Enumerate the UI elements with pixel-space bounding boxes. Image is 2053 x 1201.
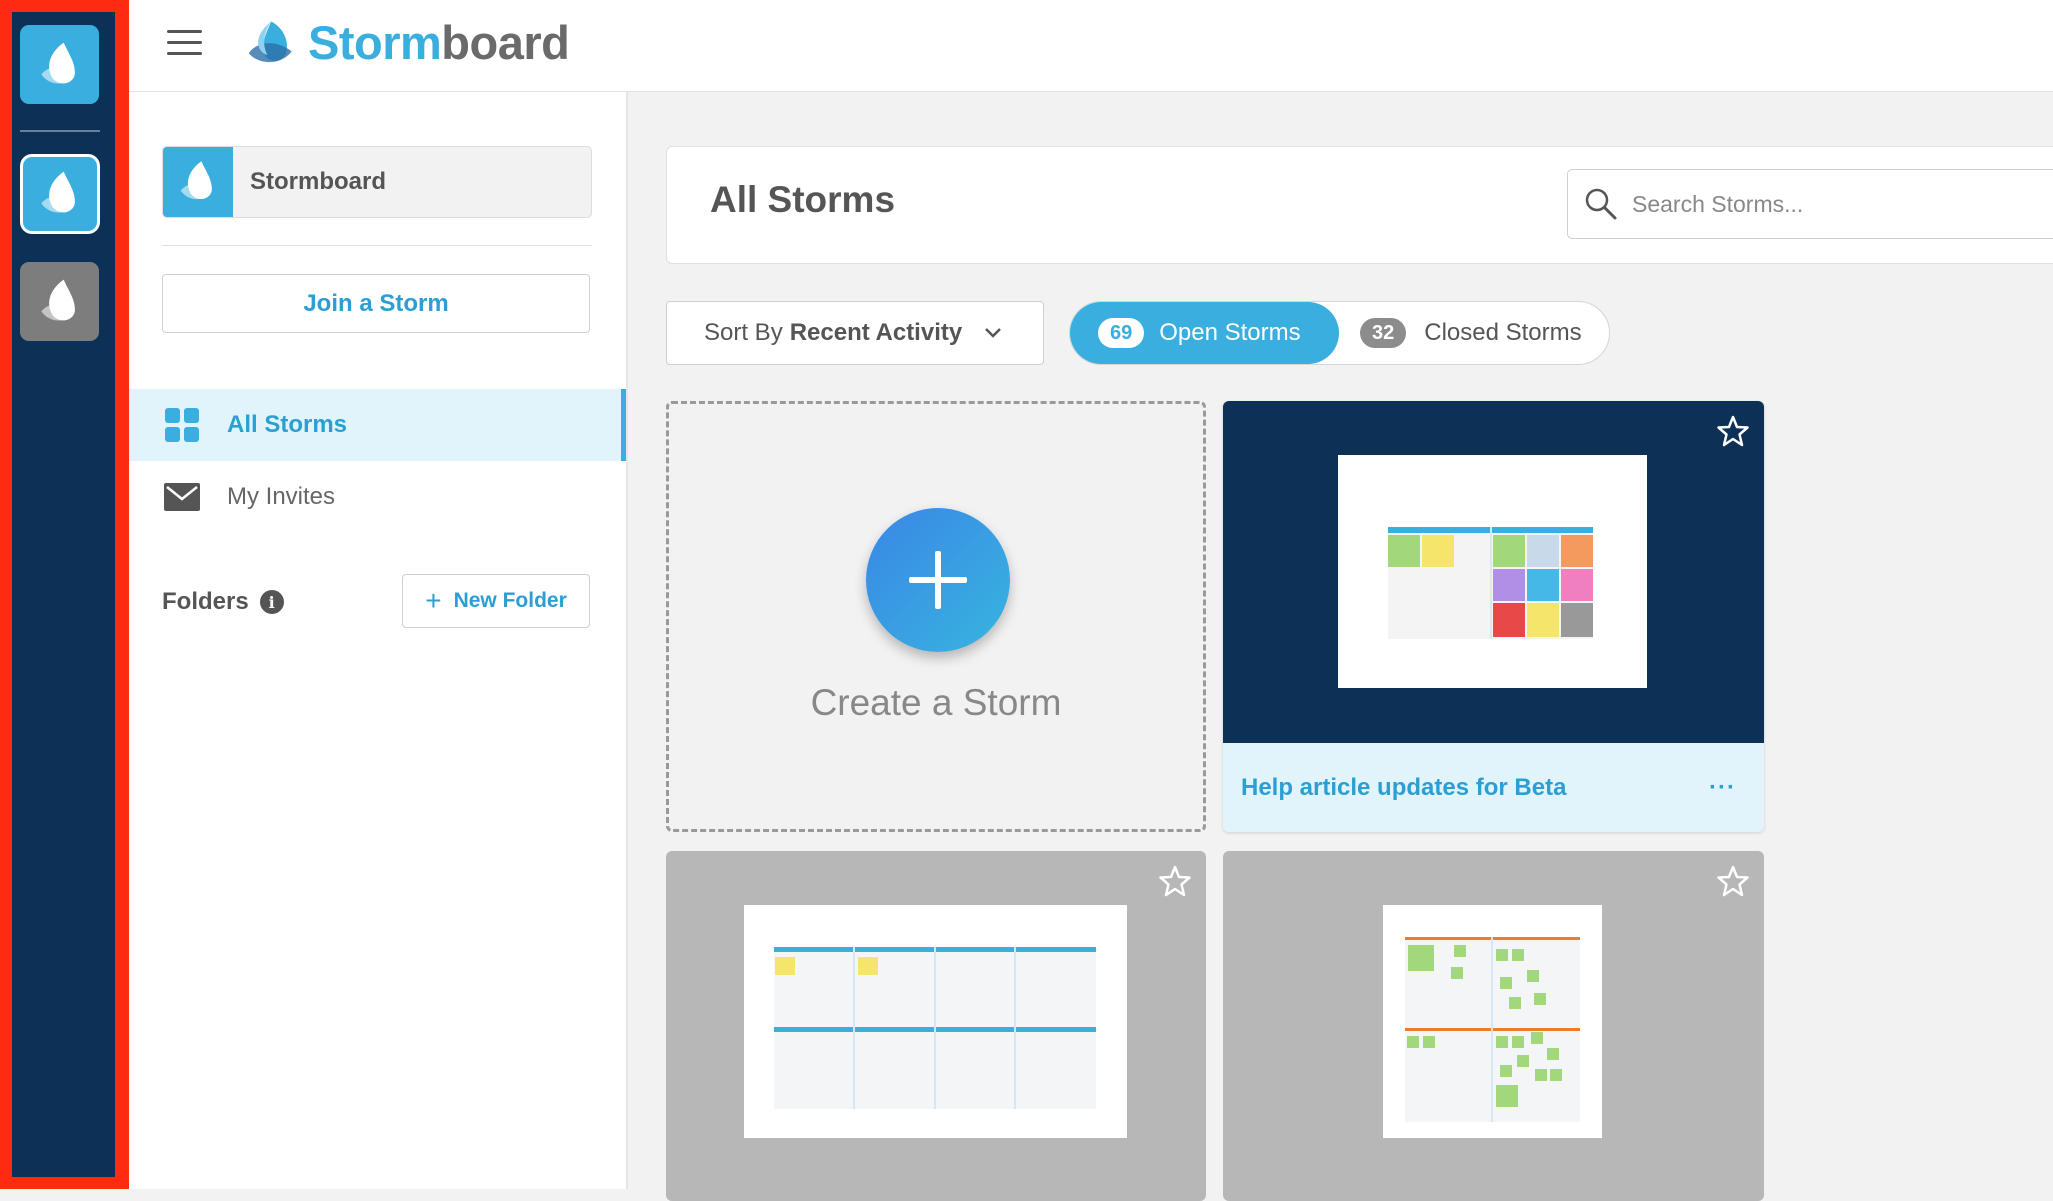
brand-part-1: Storm	[308, 15, 442, 69]
home-logo-button[interactable]	[20, 25, 99, 104]
brand-part-2: board	[441, 15, 570, 69]
sort-dropdown[interactable]: Sort By Recent Activity	[666, 301, 1044, 365]
new-folder-button[interactable]: + New Folder	[402, 574, 590, 628]
envelope-icon	[164, 483, 200, 511]
workspace-secondary-button[interactable]	[20, 262, 99, 341]
sidebar: Stormboard Join a Storm All Storms My In…	[129, 92, 628, 1189]
create-storm-card[interactable]: Create a Storm	[666, 401, 1206, 832]
chevron-down-icon	[985, 328, 1002, 338]
storm-thumbnail	[1383, 905, 1602, 1138]
org-logo	[163, 147, 233, 217]
sort-prefix: Sort By	[704, 319, 783, 346]
tab-open-storms[interactable]: 69 Open Storms	[1070, 302, 1339, 364]
nav-all-storms[interactable]: All Storms	[129, 389, 626, 461]
top-header: Stormboard	[129, 0, 2053, 92]
plus-icon: +	[425, 585, 442, 616]
storm-card-footer: Help article updates for Beta ···	[1223, 743, 1764, 832]
rail-divider	[20, 130, 100, 132]
stormboard-logo-icon	[41, 171, 75, 213]
folders-heading: Folders i	[162, 588, 284, 616]
tab-closed-storms[interactable]: 32 Closed Storms	[1360, 302, 1582, 364]
page-title: All Storms	[710, 179, 896, 220]
storm-thumbnail	[1338, 455, 1647, 688]
org-name: Stormboard	[250, 168, 387, 195]
storm-card-title[interactable]: Help article updates for Beta	[1241, 743, 1566, 832]
brand-wordmark: Stormboard	[308, 15, 570, 70]
storm-thumbnail	[744, 905, 1127, 1138]
folders-label: Folders	[162, 588, 249, 615]
more-options-icon[interactable]: ···	[1709, 743, 1736, 832]
nav-my-invites-label: My Invites	[227, 483, 336, 510]
page-header-card: All Storms	[666, 146, 2053, 264]
stormboard-logo-icon	[248, 21, 292, 63]
workspace-rail	[0, 0, 129, 1189]
info-icon[interactable]: i	[259, 590, 284, 614]
search-input[interactable]	[1630, 189, 2034, 219]
sidebar-divider	[162, 245, 592, 246]
search-icon	[1585, 188, 1617, 220]
storm-card[interactable]	[666, 851, 1206, 1201]
stormboard-logo-icon	[180, 161, 212, 200]
favorite-star-icon[interactable]	[1158, 864, 1192, 898]
workspace-stormboard-button[interactable]	[23, 157, 97, 231]
join-storm-button[interactable]: Join a Storm	[162, 274, 590, 333]
create-storm-button[interactable]	[866, 508, 1010, 652]
grid-icon	[164, 408, 200, 442]
organization-card[interactable]: Stormboard	[162, 146, 592, 218]
sort-value: Recent Activity	[789, 319, 963, 346]
closed-count-badge: 32	[1360, 318, 1407, 348]
open-count-badge: 69	[1098, 318, 1145, 348]
closed-storms-label: Closed Storms	[1424, 319, 1582, 346]
brand-logo[interactable]: Stormboard	[244, 14, 570, 70]
storm-thumbnail-area	[1223, 401, 1764, 743]
search-box[interactable]	[1567, 169, 2053, 239]
favorite-star-icon[interactable]	[1716, 864, 1750, 898]
stormboard-logo-icon	[40, 42, 75, 83]
nav-all-storms-label: All Storms	[227, 411, 348, 438]
new-folder-label: New Folder	[453, 589, 567, 612]
hamburger-menu-icon[interactable]	[167, 30, 202, 58]
favorite-star-icon[interactable]	[1716, 414, 1750, 448]
plus-icon	[909, 551, 967, 609]
storm-card[interactable]: Help article updates for Beta ···	[1223, 401, 1764, 832]
stormboard-logo-icon	[40, 279, 75, 320]
storm-status-toggle: 69 Open Storms 32 Closed Storms	[1069, 301, 1610, 365]
storm-card[interactable]	[1223, 851, 1764, 1201]
open-storms-label: Open Storms	[1159, 319, 1301, 346]
create-storm-label: Create a Storm	[810, 682, 1062, 723]
nav-my-invites[interactable]: My Invites	[129, 461, 626, 533]
